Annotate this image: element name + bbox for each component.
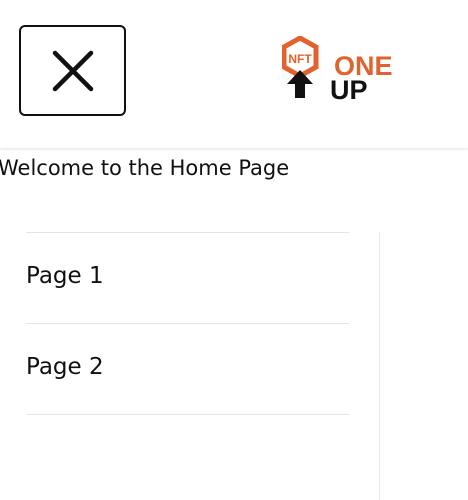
menu-item-page-2[interactable]: Page 2 [26,323,349,415]
close-icon [52,50,94,92]
top-bar: NFT ONE UP [0,0,468,148]
menu-item-page-1[interactable]: Page 1 [26,232,349,323]
logo-badge-text: NFT [288,52,312,66]
up-arrow-icon [287,70,313,98]
menu-item-label: Page 1 [26,263,104,289]
logo-word-up: UP [330,75,368,102]
nav-menu: Page 1 Page 2 [26,232,349,415]
welcome-text: Welcome to the Home Page [0,156,290,180]
menu-item-label: Page 2 [26,354,104,380]
vertical-divider [379,232,380,500]
close-menu-button[interactable] [19,25,126,116]
nft-one-up-logo[interactable]: NFT ONE UP [282,36,418,102]
